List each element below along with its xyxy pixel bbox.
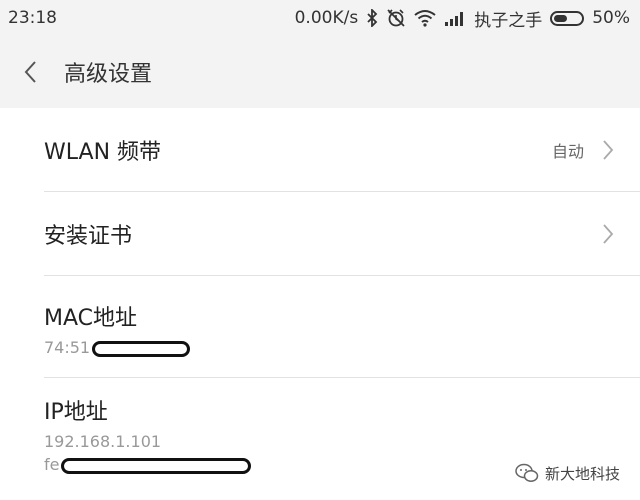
alarm-off-icon (386, 8, 406, 28)
install-cert-right (602, 192, 614, 275)
battery-icon (550, 10, 585, 26)
status-right-group: 0.00K/s 执子之手 50% (295, 6, 630, 31)
wlan-band-right: 自动 (552, 108, 614, 191)
redaction-mark (92, 340, 191, 357)
bluetooth-icon (366, 9, 378, 27)
install-cert-label: 安装证书 (44, 223, 133, 249)
wlan-band-label: WLAN 频带 (44, 139, 162, 165)
mac-address-value: 74:51 (44, 338, 191, 357)
carrier-name: 执子之手 (474, 10, 543, 31)
chevron-left-icon (24, 61, 36, 83)
ipv6-address: fe (44, 455, 252, 474)
chevron-right-icon (603, 139, 614, 160)
install-cert-item[interactable]: 安装证书 (44, 192, 640, 276)
status-bar: 23:18 0.00K/s 执子之手 50% (0, 0, 640, 36)
signal-icon (444, 10, 466, 26)
title-bar: 高级设置 (0, 36, 640, 108)
wechat-icon (515, 462, 539, 484)
wlan-band-item[interactable]: WLAN 频带 自动 (44, 108, 640, 192)
wifi-icon (414, 9, 436, 27)
mac-address-label: MAC地址 (44, 306, 138, 331)
back-button[interactable] (0, 36, 60, 108)
mac-address-prefix: 74:51 (44, 338, 91, 357)
net-speed: 0.00K/s (294, 8, 359, 28)
page-title: 高级设置 (64, 62, 153, 87)
battery-percent: 50% (592, 8, 630, 28)
ip-address-label: IP地址 (44, 400, 108, 425)
mac-address-item: MAC地址 74:51 (44, 276, 640, 378)
settings-list: WLAN 频带 自动 安装证书 MAC地址 74:51 IP地址 192.168… (0, 108, 640, 488)
ipv6-prefix: fe (44, 455, 60, 474)
wlan-band-value: 自动 (551, 141, 584, 161)
watermark: 新大地科技 (515, 462, 620, 484)
redaction-mark (61, 457, 252, 474)
chevron-right-icon (603, 223, 614, 244)
status-time: 23:18 (8, 8, 57, 28)
watermark-text: 新大地科技 (544, 464, 620, 483)
ipv4-address: 192.168.1.101 (44, 432, 162, 451)
